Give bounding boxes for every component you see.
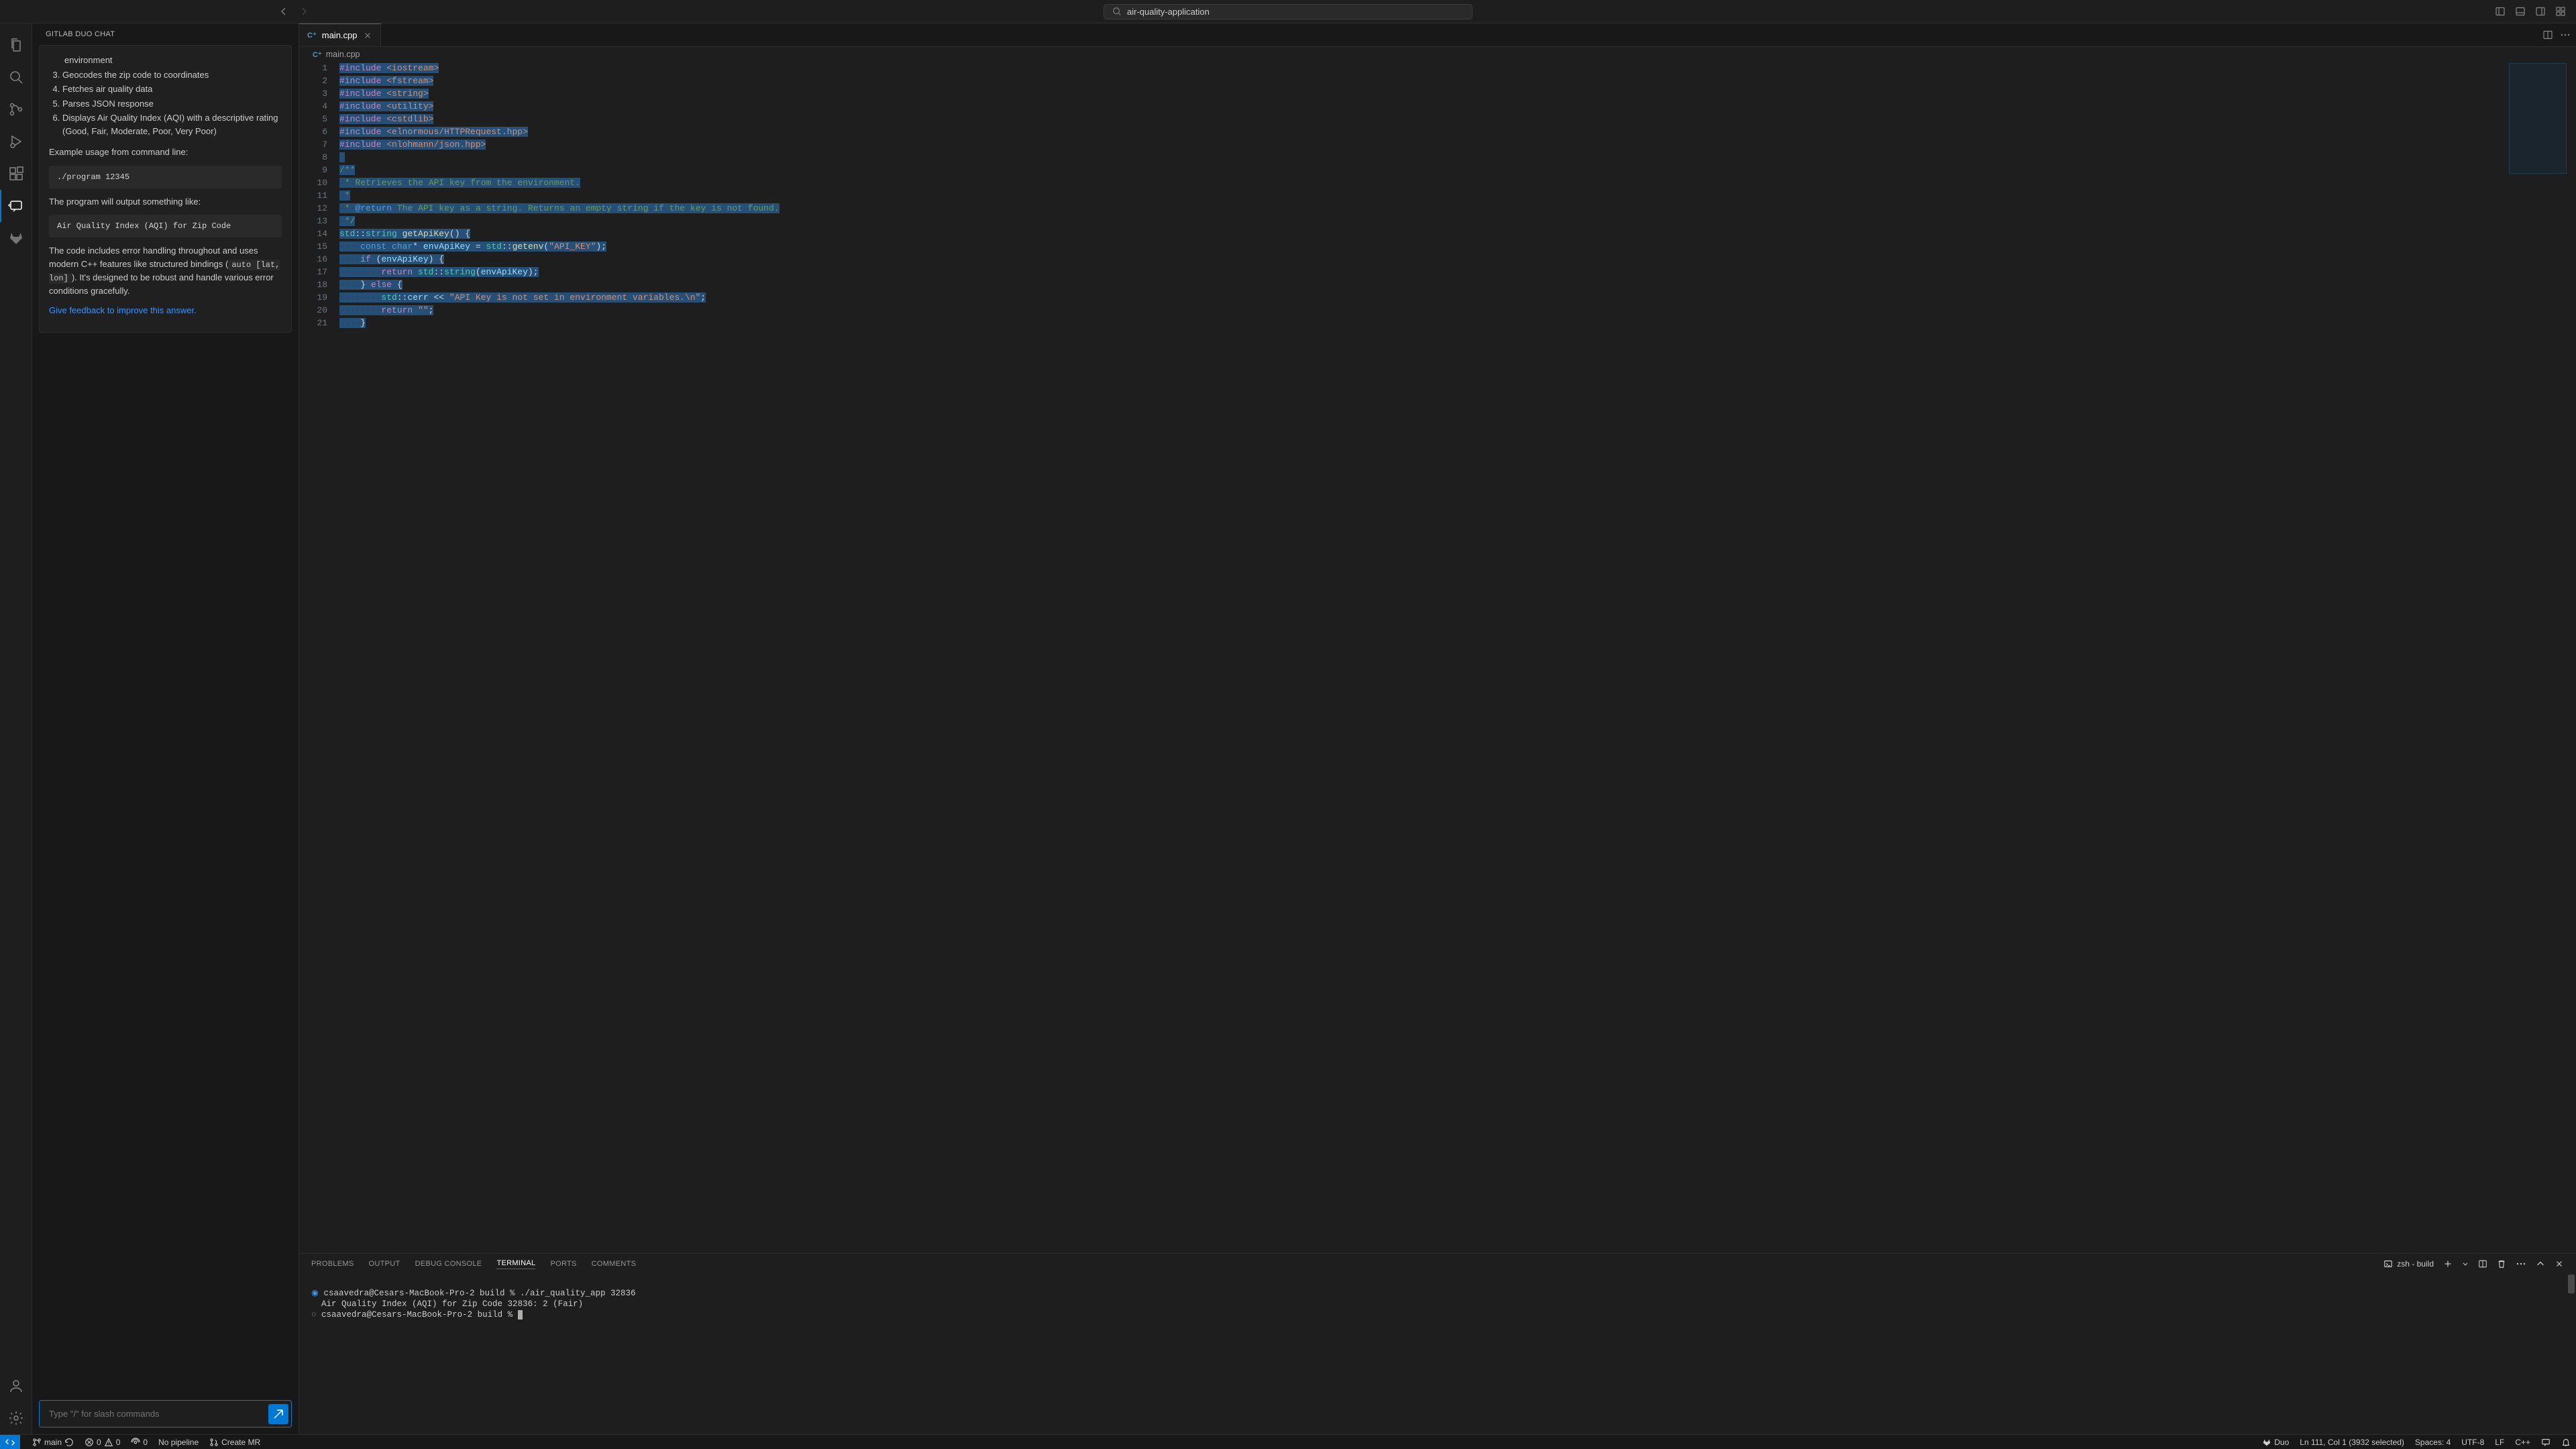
feedback-icon[interactable] xyxy=(2536,1438,2556,1447)
terminal[interactable]: ◉ csaavedra@Cesars-MacBook-Pro-2 build %… xyxy=(299,1273,2576,1434)
panel-more-icon[interactable] xyxy=(2516,1258,2526,1269)
chat-paragraph: Example usage from command line: xyxy=(49,146,282,159)
code-editor[interactable]: 123456789101112131415161718192021 #inclu… xyxy=(299,62,2576,1253)
customize-layout-icon[interactable] xyxy=(2553,4,2568,19)
feedback-link[interactable]: Give feedback to improve this answer. xyxy=(49,305,197,315)
search-icon xyxy=(1112,7,1122,16)
settings-gear-icon[interactable] xyxy=(0,1402,32,1434)
panel-tab-comments[interactable]: COMMENTS xyxy=(592,1258,637,1269)
split-terminal-icon[interactable] xyxy=(2478,1259,2487,1269)
title-bar: air-quality-application xyxy=(0,0,2576,23)
close-tab-icon[interactable] xyxy=(363,31,372,40)
code-block: ./program 12345 xyxy=(49,166,282,189)
gitlab-icon[interactable] xyxy=(0,222,32,254)
main-area: GITLAB DUO CHAT environment Geocodes the… xyxy=(0,23,2576,1434)
pipeline-status[interactable]: No pipeline xyxy=(153,1438,204,1447)
editor-area: C⁺ main.cpp C⁺ main.cpp 1234567891011121… xyxy=(299,23,2576,1434)
send-button[interactable] xyxy=(268,1404,288,1424)
code-block: Air Quality Index (AQI) for Zip Code xyxy=(49,215,282,237)
cursor-position[interactable]: Ln 111, Col 1 (3932 selected) xyxy=(2294,1438,2410,1447)
chat-input-area xyxy=(32,1393,299,1434)
tab-bar: C⁺ main.cpp xyxy=(299,23,2576,47)
language-mode[interactable]: C++ xyxy=(2510,1438,2536,1447)
indentation[interactable]: Spaces: 4 xyxy=(2410,1438,2456,1447)
encoding[interactable]: UTF-8 xyxy=(2456,1438,2489,1447)
remote-indicator[interactable] xyxy=(0,1435,20,1449)
search-text: air-quality-application xyxy=(1127,7,1210,17)
nav-back-icon[interactable] xyxy=(278,6,289,17)
toggle-panel-icon[interactable] xyxy=(2513,4,2528,19)
accounts-icon[interactable] xyxy=(0,1370,32,1402)
search-activity-icon[interactable] xyxy=(0,61,32,93)
problems-status[interactable]: 0 0 xyxy=(79,1438,125,1447)
panel-tab-output[interactable]: OUTPUT xyxy=(369,1258,400,1269)
git-branch[interactable]: main xyxy=(27,1438,79,1447)
cpp-file-icon: C⁺ xyxy=(307,31,317,40)
nav-arrows xyxy=(278,6,309,17)
tab-label: main.cpp xyxy=(322,30,358,40)
panel-tab-debug-console[interactable]: DEBUG CONSOLE xyxy=(415,1258,482,1269)
terminal-scrollbar[interactable] xyxy=(2568,1275,2575,1293)
chat-message: environment Geocodes the zip code to coo… xyxy=(39,45,292,333)
terminal-dropdown-icon[interactable] xyxy=(2462,1260,2469,1267)
side-panel: GITLAB DUO CHAT environment Geocodes the… xyxy=(32,23,299,1434)
activity-bar xyxy=(0,23,32,1434)
toggle-primary-sidebar-icon[interactable] xyxy=(2493,4,2508,19)
tab-main-cpp[interactable]: C⁺ main.cpp xyxy=(299,23,381,46)
list-item: Parses JSON response xyxy=(62,97,282,111)
notifications-icon[interactable] xyxy=(2556,1438,2576,1447)
minimap[interactable] xyxy=(2509,63,2567,174)
chat-ordered-list: environment Geocodes the zip code to coo… xyxy=(62,54,282,138)
bottom-panel: PROBLEMS OUTPUT DEBUG CONSOLE TERMINAL P… xyxy=(299,1253,2576,1434)
status-left: main 0 0 0 No pipeline Create MR xyxy=(0,1435,266,1449)
panel-tabs: PROBLEMS OUTPUT DEBUG CONSOLE TERMINAL P… xyxy=(299,1254,2576,1273)
explorer-icon[interactable] xyxy=(0,29,32,61)
eol[interactable]: LF xyxy=(2489,1438,2510,1447)
panel-tab-problems[interactable]: PROBLEMS xyxy=(311,1258,354,1269)
toggle-secondary-sidebar-icon[interactable] xyxy=(2533,4,2548,19)
side-panel-title: GITLAB DUO CHAT xyxy=(32,23,299,45)
ports-status[interactable]: 0 xyxy=(125,1438,153,1447)
run-debug-icon[interactable] xyxy=(0,125,32,158)
split-editor-icon[interactable] xyxy=(2542,30,2553,40)
chat-paragraph: The program will output something like: xyxy=(49,195,282,209)
chat-input[interactable] xyxy=(39,1400,292,1428)
chat-paragraph: The code includes error handling through… xyxy=(49,244,282,297)
source-control-icon[interactable] xyxy=(0,93,32,125)
close-panel-icon[interactable] xyxy=(2555,1259,2564,1269)
line-gutter: 123456789101112131415161718192021 xyxy=(299,62,339,1253)
breadcrumb-label: main.cpp xyxy=(326,50,360,59)
maximize-panel-icon[interactable] xyxy=(2536,1259,2545,1269)
list-item: Geocodes the zip code to coordinates xyxy=(62,68,282,82)
chat-text-field[interactable] xyxy=(42,1403,268,1424)
panel-tab-ports[interactable]: PORTS xyxy=(550,1258,576,1269)
nav-forward-icon[interactable] xyxy=(299,6,309,17)
list-item: Displays Air Quality Index (AQI) with a … xyxy=(62,111,282,138)
list-item: Fetches air quality data xyxy=(62,83,282,96)
kill-terminal-icon[interactable] xyxy=(2497,1259,2506,1269)
cpp-file-icon: C⁺ xyxy=(313,50,322,59)
breadcrumb[interactable]: C⁺ main.cpp xyxy=(299,47,2576,62)
code-content[interactable]: #include <iostream> #include <fstream> #… xyxy=(339,62,2576,1253)
list-item: environment xyxy=(64,54,282,67)
layout-controls xyxy=(2493,4,2568,19)
panel-actions: zsh - build xyxy=(2383,1258,2564,1269)
status-right: Duo Ln 111, Col 1 (3932 selected) Spaces… xyxy=(2257,1438,2576,1447)
editor-actions xyxy=(2542,23,2571,46)
duo-status[interactable]: Duo xyxy=(2257,1438,2294,1447)
chat-body: environment Geocodes the zip code to coo… xyxy=(32,45,299,1393)
panel-tab-terminal[interactable]: TERMINAL xyxy=(496,1258,535,1269)
new-terminal-icon[interactable] xyxy=(2443,1259,2453,1269)
gitlab-duo-chat-icon[interactable] xyxy=(0,190,32,222)
more-actions-icon[interactable] xyxy=(2560,30,2571,40)
command-center[interactable]: air-quality-application xyxy=(1104,4,1472,19)
extensions-icon[interactable] xyxy=(0,158,32,190)
terminal-profile-icon[interactable]: zsh - build xyxy=(2383,1259,2434,1269)
create-mr[interactable]: Create MR xyxy=(204,1438,266,1447)
status-bar: main 0 0 0 No pipeline Create MR Duo Ln … xyxy=(0,1434,2576,1449)
